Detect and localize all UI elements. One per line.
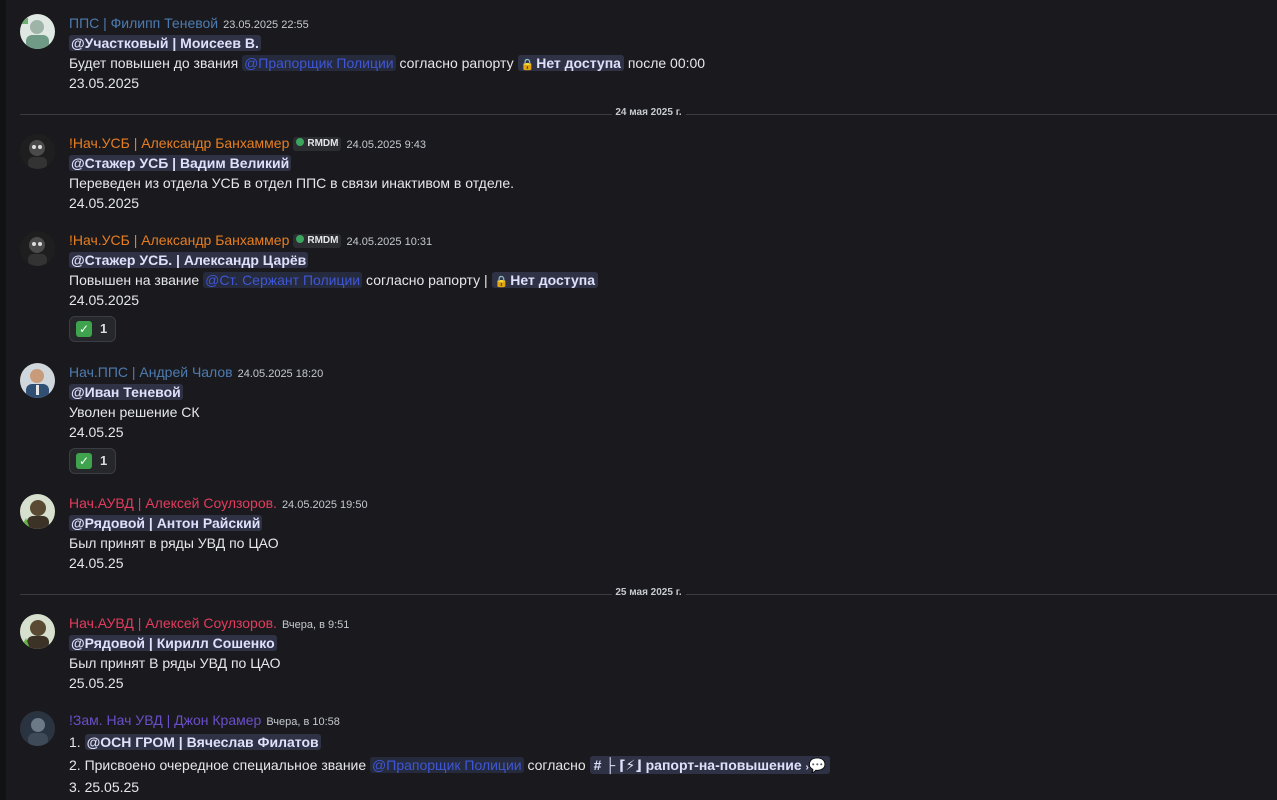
author-name[interactable]: Нач.ППС | Андрей Чалов [69,364,233,380]
message: Нач.АУВД | Алексей Соулзоров. 24.05.2025 … [20,494,1277,574]
user-mention[interactable]: @Рядовой | Антон Райский [69,515,263,531]
message-text: 24.05.25 [69,555,124,571]
chat-log: ППС | Филипп Теневой 23.05.2025 22:55 @Уч… [0,0,1277,800]
timestamp: 24.05.2025 9:43 [346,139,427,151]
timestamp: Вчера, в 10:58 [266,716,340,728]
timestamp: 24.05.2025 10:31 [346,236,433,248]
message-text: согласно рапорту [399,55,514,71]
author-name[interactable]: !Зам. Нач УВД | Джон Крамер [69,712,261,728]
avatar[interactable] [20,14,55,49]
hashtag-icon: # [593,757,602,773]
avatar[interactable] [20,614,55,649]
author-name[interactable]: ППС | Филипп Теневой [69,15,218,31]
message-text: 23.05.2025 [69,75,140,91]
role-mention[interactable]: @Прапорщик Полиции [242,55,396,71]
timestamp: 24.05.2025 18:20 [237,368,324,380]
guild-tag-badge[interactable]: RMDM [293,136,342,151]
badge-label: RMDM [307,234,339,246]
message-text: 24.05.25 [69,424,124,440]
message: !Нач.УСБ | Александр Банхаммер RMDM 24.05.… [20,134,1277,214]
shield-icon [296,235,305,244]
author-name[interactable]: Нач.АУВД | Алексей Соулзоров. [69,615,277,631]
user-mention[interactable]: @Стажер УСБ. | Александр Царёв [69,252,309,268]
reaction-button[interactable]: ✓ 1 [69,448,117,474]
user-mention[interactable]: @Стажер УСБ | Вадим Великий [69,155,292,171]
avatar[interactable] [20,711,55,746]
avatar[interactable] [20,363,55,398]
message-text: Был принят В ряды УВД по ЦАО [69,655,281,671]
reaction-count: 1 [100,453,108,468]
message-text: согласно рапорту | [366,272,488,288]
shield-icon [296,138,305,147]
message-text: 2. Присвоено очередное специальное звани… [69,757,367,773]
author-name[interactable]: Нач.АУВД | Алексей Соулзоров. [69,495,277,511]
message-text: Переведен из отдела УСБ в отдел ППС в св… [69,175,514,191]
message: !Нач.УСБ | Александр Банхаммер RMDM 24.05.… [20,231,1277,342]
lock-icon: 🔒 [494,276,509,288]
message: !Зам. Нач УВД | Джон Крамер Вчера, в 10:5… [20,711,1277,800]
date-divider-label: 25 мая 2025 г. [611,587,686,598]
message-text: 1. [69,734,81,750]
user-mention[interactable]: @ОСН ГРОМ | Вячеслав Филатов [84,734,321,750]
message-text: Уволен решение СК [69,404,200,420]
message-text: Повышен на звание [69,272,200,288]
timestamp: 24.05.2025 19:50 [281,499,368,511]
locked-label: Нет доступа [536,55,621,71]
user-mention[interactable]: @Рядовой | Кирилл Сошенко [69,635,277,651]
message-text: Был принят в ряды УВД по ЦАО [69,535,279,551]
message: ППС | Филипп Теневой 23.05.2025 22:55 @Уч… [20,14,1277,94]
left-edge [0,0,6,800]
role-mention[interactable]: @Ст. Сержант Полиции [203,272,363,288]
date-divider-label: 24 мая 2025 г. [611,107,686,118]
check-mark-icon: ✓ [76,320,92,337]
user-mention[interactable]: @Иван Теневой [69,384,183,400]
date-divider: 25 мая 2025 г. [20,587,1277,598]
message-text: 24.05.2025 [69,195,140,211]
timestamp: 23.05.2025 22:55 [223,19,309,31]
avatar[interactable] [20,494,55,529]
reaction-count: 1 [100,321,108,336]
badge-label: RMDM [307,137,339,149]
channel-label: ├ ⌈⚡⌋ рапорт-на-повышение [605,757,802,773]
locked-channel-mention[interactable]: 🔒 Нет доступа [517,55,624,71]
role-mention[interactable]: @Прапорщик Полиции [370,757,524,773]
avatar[interactable] [20,231,55,266]
speech-bubble-icon: 💬 [808,757,827,773]
message-text: 24.05.2025 [69,292,140,308]
message-text: после 00:00 [627,55,706,71]
reaction-button[interactable]: ✓ 1 [69,316,117,342]
lock-icon: 🔒 [520,59,535,71]
guild-tag-badge[interactable]: RMDM [293,233,342,248]
author-name[interactable]: !Нач.УСБ | Александр Банхаммер [69,232,289,248]
date-divider: 24 мая 2025 г. [20,107,1277,118]
message-text: 3. 25.05.25 [69,779,140,795]
message: Нач.ППС | Андрей Чалов 24.05.2025 18:20 @… [20,363,1277,474]
check-mark-icon: ✓ [76,452,92,469]
avatar[interactable] [20,134,55,169]
user-mention[interactable]: @Участковый | Моисеев В. [69,35,261,51]
message-text: Будет повышен до звания [69,55,239,71]
channel-mention[interactable]: # ├ ⌈⚡⌋ рапорт-на-повышение ›💬 [589,756,831,774]
timestamp: Вчера, в 9:51 [281,619,350,631]
author-name[interactable]: !Нач.УСБ | Александр Банхаммер [69,135,289,151]
message-text: 25.05.25 [69,675,124,691]
message: Нач.АУВД | Алексей Соулзоров. Вчера, в 9:… [20,614,1277,694]
locked-channel-mention[interactable]: 🔒 Нет доступа [491,272,598,288]
message-text: согласно [527,757,586,773]
locked-label: Нет доступа [510,272,595,288]
